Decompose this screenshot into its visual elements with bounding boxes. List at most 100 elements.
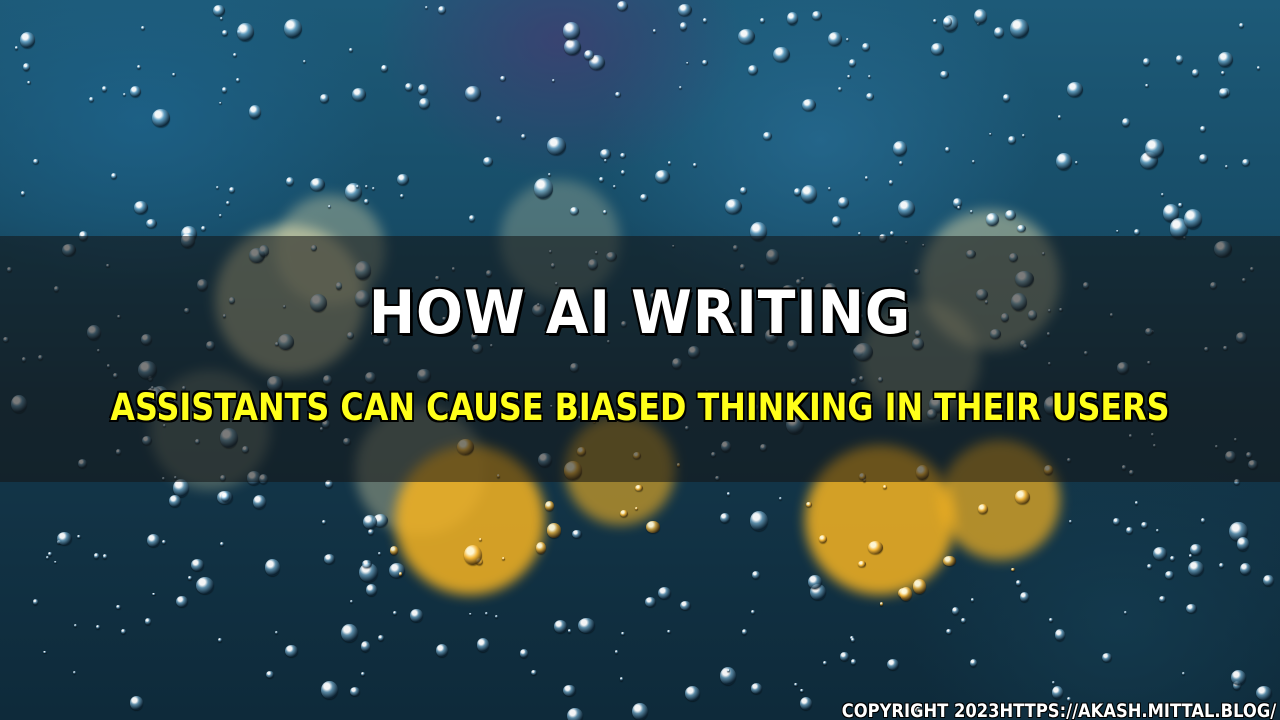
raindrop <box>845 37 850 42</box>
raindrop <box>1008 136 1017 144</box>
raindrop <box>19 31 36 48</box>
raindrop <box>548 172 552 176</box>
raindrop <box>1019 592 1029 602</box>
raindrop <box>1183 209 1202 229</box>
raindrop <box>213 5 225 16</box>
raindrop <box>1199 154 1209 163</box>
raindrop <box>653 29 657 33</box>
raindrop <box>970 598 974 602</box>
raindrop <box>932 18 938 23</box>
raindrop <box>568 629 572 633</box>
headline-line-2: ASSISTANTS CAN CAUSE BIASED THINKING IN … <box>110 386 1170 429</box>
raindrop <box>1069 520 1073 524</box>
raindrop <box>882 485 887 489</box>
raindrop <box>352 88 366 101</box>
raindrop <box>46 555 50 559</box>
raindrop <box>48 552 52 556</box>
raindrop <box>1051 686 1064 700</box>
raindrop <box>122 92 127 96</box>
title-banner <box>0 236 1280 482</box>
raindrop <box>410 609 423 623</box>
raindrop <box>405 83 414 92</box>
raindrop <box>615 92 622 98</box>
raindrop <box>778 496 782 500</box>
raindrop <box>102 554 108 559</box>
raindrop <box>679 22 688 31</box>
raindrop <box>951 607 959 616</box>
raindrop <box>684 686 700 701</box>
raindrop <box>365 185 369 188</box>
raindrop <box>380 65 388 72</box>
raindrop <box>827 186 831 190</box>
raindrop <box>1200 518 1206 524</box>
raindrop <box>1122 117 1131 127</box>
raindrop <box>945 628 953 635</box>
raindrop <box>419 97 431 110</box>
raindrop <box>793 187 802 196</box>
raindrop <box>146 533 160 547</box>
raindrop <box>986 212 999 227</box>
raindrop <box>285 645 298 658</box>
raindrop <box>1220 71 1225 76</box>
raindrop <box>1230 669 1247 686</box>
raindrop <box>1142 58 1150 66</box>
raindrop <box>519 649 529 658</box>
raindrop <box>130 86 142 98</box>
raindrop <box>1049 618 1053 622</box>
raindrop <box>930 42 945 55</box>
raindrop <box>812 11 822 21</box>
raindrop <box>794 682 798 686</box>
raindrop <box>667 161 672 165</box>
raindrop <box>248 105 261 119</box>
raindrop <box>639 193 649 201</box>
raindrop <box>95 625 100 630</box>
thumbnail-canvas: HOW AI WRITING ASSISTANTS CAN CAUSE BIAS… <box>0 0 1280 720</box>
raindrop <box>220 16 224 20</box>
raindrop <box>751 683 763 694</box>
raindrop <box>940 70 949 79</box>
raindrop <box>752 571 761 579</box>
raindrop <box>547 523 562 538</box>
raindrop <box>501 557 505 561</box>
raindrop <box>1256 685 1273 700</box>
raindrop <box>465 86 481 101</box>
raindrop <box>970 659 978 668</box>
raindrop <box>389 563 406 579</box>
raindrop <box>680 601 691 611</box>
raindrop <box>1236 537 1249 551</box>
raindrop <box>371 186 376 191</box>
raindrop <box>850 637 855 642</box>
raindrop <box>1115 229 1119 233</box>
raindrop <box>612 185 616 189</box>
raindrop <box>879 602 883 606</box>
raindrop <box>616 1 628 12</box>
raindrop <box>994 26 1005 38</box>
raindrop <box>1126 526 1134 535</box>
raindrop <box>546 137 566 155</box>
raindrop <box>236 78 241 83</box>
raindrop <box>1159 596 1166 603</box>
raindrop <box>969 210 974 213</box>
raindrop <box>101 86 107 92</box>
raindrop <box>847 75 852 79</box>
raindrop <box>77 534 81 538</box>
raindrop <box>1218 87 1228 98</box>
raindrop <box>603 159 608 163</box>
raindrop <box>169 494 182 508</box>
raindrop <box>274 630 279 635</box>
raindrop <box>53 560 58 564</box>
raindrop <box>215 186 219 190</box>
raindrop <box>1169 555 1175 562</box>
raindrop <box>21 191 26 196</box>
raindrop <box>521 133 527 139</box>
raindrop <box>496 116 502 122</box>
raindrop <box>400 193 405 198</box>
raindrop <box>232 53 237 58</box>
raindrop <box>897 199 915 217</box>
raindrop <box>988 132 992 136</box>
raindrop <box>151 108 171 128</box>
raindrop <box>1146 563 1153 569</box>
raindrop <box>667 629 671 633</box>
raindrop <box>425 6 429 10</box>
raindrop <box>43 650 47 654</box>
